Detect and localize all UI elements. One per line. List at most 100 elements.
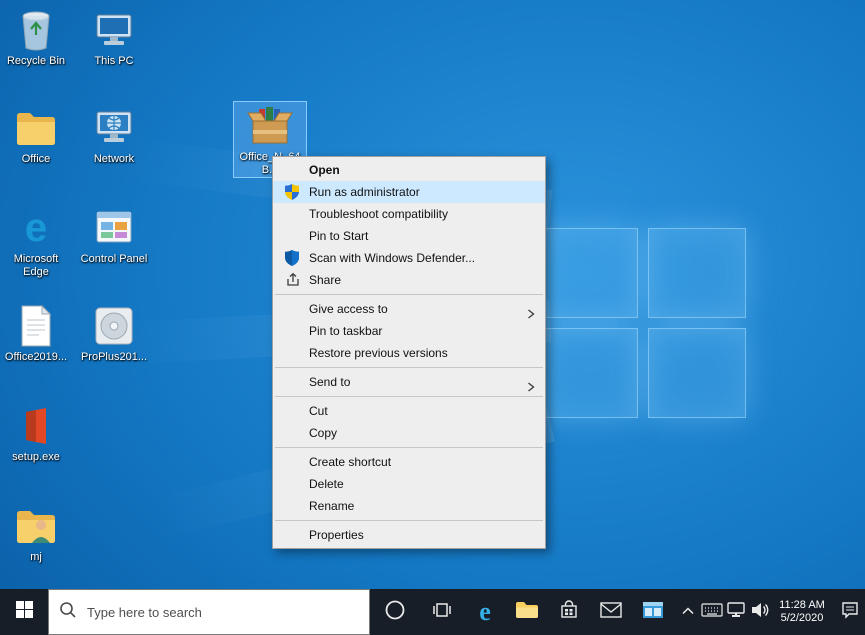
tray-touch-keyboard-button[interactable] <box>700 589 724 635</box>
desktop-icon-label: Control Panel <box>78 253 150 266</box>
desktop-icon-proplus-file[interactable]: ProPlus201... <box>78 302 150 364</box>
menu-item-label: Run as administrator <box>309 185 420 199</box>
share-icon <box>285 272 301 288</box>
task-view-icon <box>431 599 453 626</box>
desktop-icon-label: Recycle Bin <box>0 55 72 68</box>
store-icon <box>558 599 580 626</box>
menu-item-give-access-to[interactable]: Give access to <box>273 298 545 320</box>
menu-item-cut[interactable]: Cut <box>273 400 545 422</box>
menu-item-label: Copy <box>309 426 337 440</box>
taskbar-mail-button[interactable] <box>590 589 632 635</box>
tray-network-button[interactable] <box>724 589 748 635</box>
control-panel-icon <box>78 204 150 252</box>
desktop: Recycle Bin This PC Office Network e Mic… <box>0 0 865 635</box>
taskbar-app-window-button[interactable] <box>632 589 674 635</box>
desktop-icon-microsoft-edge[interactable]: e Microsoft Edge <box>0 204 72 279</box>
menu-item-share[interactable]: Share <box>273 269 545 291</box>
office-setup-icon <box>0 402 72 450</box>
network-icon <box>78 104 150 152</box>
desktop-icon-label: Office2019... <box>0 351 72 364</box>
desktop-icon-label: Office <box>0 153 72 166</box>
folder-icon <box>0 104 72 152</box>
this-pc-icon <box>78 6 150 54</box>
menu-item-scan-with-windows-defender[interactable]: Scan with Windows Defender... <box>273 247 545 269</box>
menu-separator <box>275 447 543 448</box>
desktop-icon-label: setup.exe <box>0 451 72 464</box>
menu-item-pin-to-taskbar[interactable]: Pin to taskbar <box>273 320 545 342</box>
cortana-icon <box>384 599 406 626</box>
desktop-icon-office-folder[interactable]: Office <box>0 104 72 166</box>
menu-item-label: Pin to Start <box>309 229 368 243</box>
menu-item-properties[interactable]: Properties <box>273 524 545 546</box>
search-icon <box>59 601 77 624</box>
cortana-button[interactable] <box>372 589 418 635</box>
taskbar-file-explorer-button[interactable] <box>506 589 548 635</box>
menu-item-label: Give access to <box>309 302 388 316</box>
menu-item-label: Properties <box>309 528 364 542</box>
taskbar-clock[interactable]: 11:28 AM 5/2/2020 <box>772 589 832 635</box>
menu-item-label: Pin to taskbar <box>309 324 382 338</box>
context-menu: Open Run as administrator Troubleshoot c… <box>272 156 546 549</box>
search-input[interactable] <box>87 605 359 620</box>
task-view-button[interactable] <box>420 589 464 635</box>
menu-item-label: Open <box>309 163 340 177</box>
menu-item-label: Cut <box>309 404 328 418</box>
archive-box-icon <box>234 102 306 150</box>
network-status-icon <box>726 601 746 624</box>
action-center-button[interactable] <box>834 589 865 635</box>
wallpaper-windows-logo <box>540 228 746 418</box>
menu-item-run-as-administrator[interactable]: Run as administrator <box>273 181 545 203</box>
keyboard-icon <box>701 602 723 623</box>
taskbar-search-box[interactable] <box>48 589 370 635</box>
desktop-icon-network[interactable]: Network <box>78 104 150 166</box>
desktop-icon-label: Network <box>78 153 150 166</box>
taskbar-edge-button[interactable]: e <box>464 589 506 635</box>
desktop-icon-this-pc[interactable]: This PC <box>78 6 150 68</box>
tray-volume-button[interactable] <box>748 589 772 635</box>
windows-start-icon <box>16 601 33 623</box>
start-button[interactable] <box>0 589 48 635</box>
windows-logo-pane <box>540 228 638 318</box>
menu-separator <box>275 520 543 521</box>
desktop-icon-label: mj <box>0 551 72 564</box>
menu-item-delete[interactable]: Delete <box>273 473 545 495</box>
taskbar: e 11:28 AM 5/2/2020 <box>0 589 865 635</box>
menu-item-rename[interactable]: Rename <box>273 495 545 517</box>
menu-item-label: Send to <box>309 375 350 389</box>
clock-time: 11:28 AM <box>779 599 825 612</box>
windows-logo-pane <box>648 228 746 318</box>
menu-item-label: Troubleshoot compatibility <box>309 207 448 221</box>
menu-item-send-to[interactable]: Send to <box>273 371 545 393</box>
windows-defender-icon <box>285 250 301 266</box>
menu-item-label: Scan with Windows Defender... <box>309 251 475 265</box>
desktop-icon-mj-folder[interactable]: mj <box>0 502 72 564</box>
windows-logo-pane <box>540 328 638 418</box>
desktop-icon-recycle-bin[interactable]: Recycle Bin <box>0 6 72 68</box>
tray-show-hidden-icons-button[interactable] <box>676 589 700 635</box>
menu-separator <box>275 367 543 368</box>
mail-icon <box>599 600 623 625</box>
action-center-icon <box>840 600 860 625</box>
menu-item-open[interactable]: Open <box>273 159 545 181</box>
chevron-up-icon <box>681 603 695 621</box>
menu-item-pin-to-start[interactable]: Pin to Start <box>273 225 545 247</box>
menu-separator <box>275 396 543 397</box>
menu-item-troubleshoot-compatibility[interactable]: Troubleshoot compatibility <box>273 203 545 225</box>
menu-item-label: Restore previous versions <box>309 346 448 360</box>
desktop-icon-control-panel[interactable]: Control Panel <box>78 204 150 266</box>
desktop-icon-office2019-file[interactable]: Office2019... <box>0 302 72 364</box>
menu-item-label: Create shortcut <box>309 455 391 469</box>
menu-item-create-shortcut[interactable]: Create shortcut <box>273 451 545 473</box>
document-icon <box>0 302 72 350</box>
submenu-arrow-icon <box>527 377 535 399</box>
recycle-bin-icon <box>0 6 72 54</box>
desktop-icon-setup-exe[interactable]: setup.exe <box>0 402 72 464</box>
taskbar-store-button[interactable] <box>548 589 590 635</box>
desktop-icon-label: ProPlus201... <box>78 351 150 364</box>
menu-item-copy[interactable]: Copy <box>273 422 545 444</box>
desktop-icon-label: Microsoft Edge <box>0 253 72 279</box>
uac-shield-icon <box>285 184 301 200</box>
disc-image-icon <box>78 302 150 350</box>
menu-item-restore-previous-versions[interactable]: Restore previous versions <box>273 342 545 364</box>
volume-icon <box>750 601 770 624</box>
